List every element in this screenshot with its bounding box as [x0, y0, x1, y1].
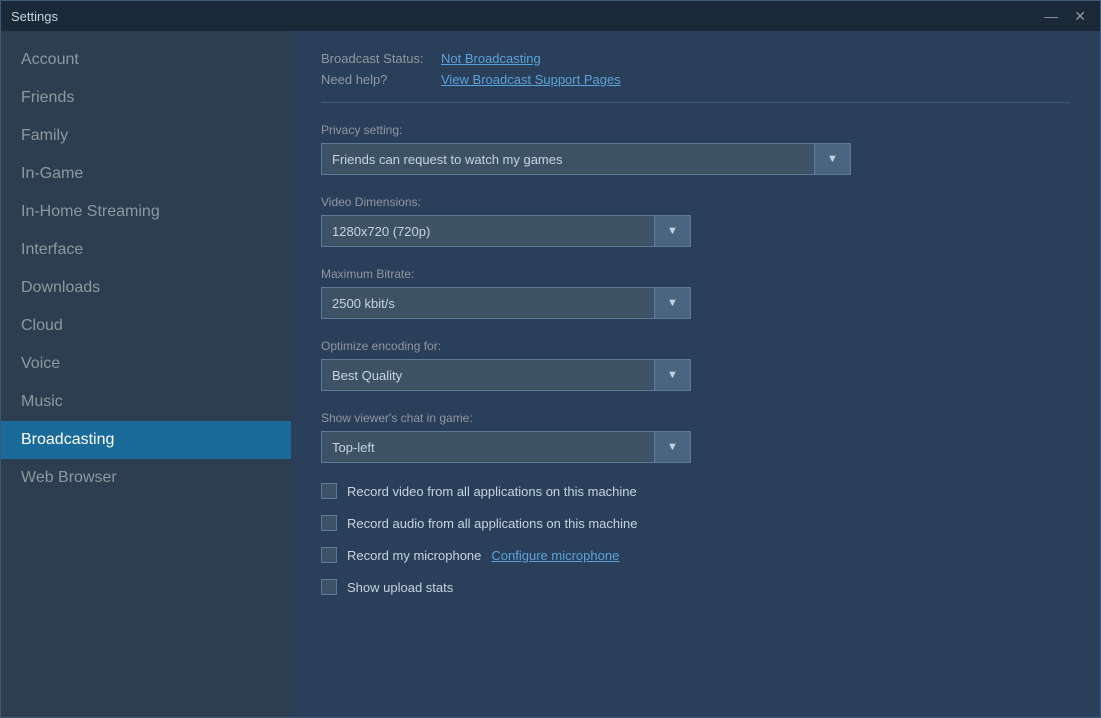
privacy-label: Privacy setting: [321, 123, 1070, 137]
max-bitrate-label: Maximum Bitrate: [321, 267, 1070, 281]
chat-select[interactable]: Top-left ▼ [321, 431, 691, 463]
privacy-section: Privacy setting: Friends can request to … [321, 123, 1070, 175]
sidebar-item-cloud[interactable]: Cloud [1, 307, 291, 345]
video-dimensions-select[interactable]: 1280x720 (720p) ▼ [321, 215, 691, 247]
privacy-select-value: Friends can request to watch my games [322, 152, 814, 167]
sidebar-item-friends[interactable]: Friends [1, 79, 291, 117]
sidebar-item-account[interactable]: Account [1, 41, 291, 79]
chat-section: Show viewer's chat in game: Top-left ▼ [321, 411, 1070, 463]
optimize-section: Optimize encoding for: Best Quality ▼ [321, 339, 1070, 391]
main-content: Broadcast Status: Not Broadcasting Need … [291, 31, 1100, 717]
privacy-select[interactable]: Friends can request to watch my games ▼ [321, 143, 851, 175]
max-bitrate-arrow: ▼ [654, 288, 690, 318]
chat-label: Show viewer's chat in game: [321, 411, 1070, 425]
window-controls: — ✕ [1040, 8, 1090, 25]
configure-microphone-link[interactable]: Configure microphone [491, 548, 619, 563]
broadcast-header: Broadcast Status: Not Broadcasting Need … [321, 51, 1070, 103]
sidebar-item-web-browser[interactable]: Web Browser [1, 459, 291, 497]
show-upload-stats-checkbox[interactable] [321, 579, 337, 595]
checkbox-row-2: Record audio from all applications on th… [321, 515, 1070, 531]
checkbox-row-1: Record video from all applications on th… [321, 483, 1070, 499]
chat-value: Top-left [322, 440, 654, 455]
record-microphone-checkbox[interactable] [321, 547, 337, 563]
video-dimensions-arrow: ▼ [654, 216, 690, 246]
sidebar-item-interface[interactable]: Interface [1, 231, 291, 269]
optimize-value: Best Quality [322, 368, 654, 383]
optimize-arrow: ▼ [654, 360, 690, 390]
max-bitrate-value: 2500 kbit/s [322, 296, 654, 311]
settings-window: Settings — ✕ Account Friends Family In-G… [0, 0, 1101, 718]
need-help-label: Need help? [321, 72, 431, 87]
window-title: Settings [11, 9, 58, 24]
title-bar: Settings — ✕ [1, 1, 1100, 31]
checkboxes-section: Record video from all applications on th… [321, 483, 1070, 595]
sidebar-item-music[interactable]: Music [1, 383, 291, 421]
video-dimensions-label: Video Dimensions: [321, 195, 1070, 209]
sidebar-item-in-game[interactable]: In-Game [1, 155, 291, 193]
record-video-checkbox[interactable] [321, 483, 337, 499]
need-help-row: Need help? View Broadcast Support Pages [321, 72, 1070, 87]
checkbox-row-4: Show upload stats [321, 579, 1070, 595]
video-dimensions-section: Video Dimensions: 1280x720 (720p) ▼ [321, 195, 1070, 247]
sidebar-item-family[interactable]: Family [1, 117, 291, 155]
optimize-label: Optimize encoding for: [321, 339, 1070, 353]
record-microphone-label: Record my microphone [347, 548, 481, 563]
video-dimensions-value: 1280x720 (720p) [322, 224, 654, 239]
broadcast-status-row: Broadcast Status: Not Broadcasting [321, 51, 1070, 66]
record-audio-label: Record audio from all applications on th… [347, 516, 638, 531]
optimize-select[interactable]: Best Quality ▼ [321, 359, 691, 391]
minimize-button[interactable]: — [1040, 8, 1062, 25]
sidebar-item-broadcasting[interactable]: Broadcasting [1, 421, 291, 459]
chat-arrow: ▼ [654, 432, 690, 462]
view-support-link[interactable]: View Broadcast Support Pages [441, 72, 621, 87]
content-area: Account Friends Family In-Game In-Home S… [1, 31, 1100, 717]
sidebar-item-downloads[interactable]: Downloads [1, 269, 291, 307]
sidebar-item-in-home-streaming[interactable]: In-Home Streaming [1, 193, 291, 231]
record-audio-checkbox[interactable] [321, 515, 337, 531]
broadcast-status-label: Broadcast Status: [321, 51, 431, 66]
sidebar-item-voice[interactable]: Voice [1, 345, 291, 383]
not-broadcasting-link[interactable]: Not Broadcasting [441, 51, 541, 66]
privacy-dropdown-arrow: ▼ [814, 144, 850, 174]
max-bitrate-select[interactable]: 2500 kbit/s ▼ [321, 287, 691, 319]
max-bitrate-section: Maximum Bitrate: 2500 kbit/s ▼ [321, 267, 1070, 319]
record-video-label: Record video from all applications on th… [347, 484, 637, 499]
show-upload-stats-label: Show upload stats [347, 580, 453, 595]
checkbox-row-3: Record my microphone Configure microphon… [321, 547, 1070, 563]
close-button[interactable]: ✕ [1070, 8, 1090, 25]
sidebar: Account Friends Family In-Game In-Home S… [1, 31, 291, 717]
